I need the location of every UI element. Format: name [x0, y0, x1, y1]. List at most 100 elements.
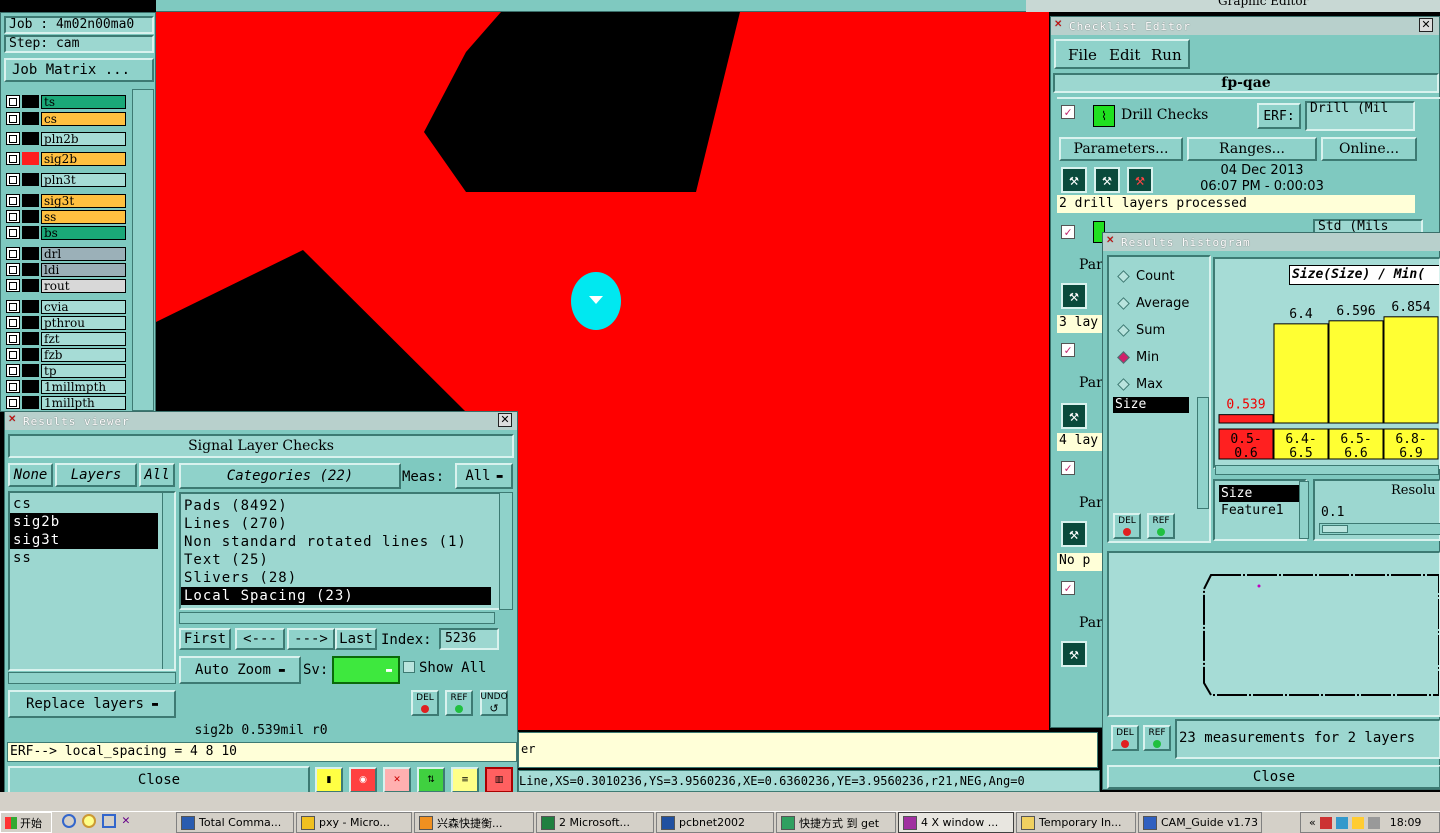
tool-report-icon[interactable]: ≡ [451, 767, 479, 793]
mode-radio-max[interactable]: Max [1109, 371, 1209, 398]
taskbar-item[interactable]: pcbnet2002 [656, 812, 774, 833]
layer-name[interactable]: 1millpth [41, 395, 126, 410]
result-layer-item[interactable]: ss [10, 549, 158, 567]
layer-name[interactable]: cvia [41, 299, 126, 314]
taskbar-item[interactable]: Temporary In... [1016, 812, 1136, 833]
layer-name[interactable]: sig2b [41, 151, 126, 166]
hist-del-button-2[interactable]: DEL [1111, 725, 1139, 751]
tool-histogram-icon[interactable]: ▥ [485, 767, 513, 793]
histogram-bar[interactable] [1218, 414, 1274, 424]
feature-scrollbar[interactable] [1299, 481, 1309, 539]
category-scrollbar-v[interactable] [499, 492, 513, 610]
run-icon[interactable]: ⚒ [1061, 641, 1087, 667]
job-matrix-button[interactable]: Job Matrix ... [4, 58, 154, 82]
erf-value[interactable]: Drill (Mil [1305, 101, 1415, 131]
layer-scrollbar[interactable] [132, 89, 154, 411]
taskbar-item[interactable]: Total Comma... [176, 812, 294, 833]
taskbar-item[interactable]: 快捷方式 到 get [776, 812, 896, 833]
taskbar-item[interactable]: pxy - Micro... [296, 812, 412, 833]
layer-name[interactable]: fzb [41, 347, 126, 362]
layer-name[interactable]: drl [41, 246, 126, 261]
layer-name[interactable]: pthrou [41, 315, 126, 330]
layer-row[interactable]: tp [6, 363, 126, 378]
layer-row[interactable]: cvia [6, 299, 126, 314]
tray-app-icon[interactable] [1319, 816, 1332, 829]
category-item[interactable]: Lines (270) [181, 515, 491, 533]
check-toggle-icon[interactable]: ✓ [1061, 105, 1075, 119]
category-item[interactable]: Non standard rotated lines (1) [181, 533, 491, 551]
run-selected-icon[interactable]: ⚒ [1094, 167, 1120, 193]
first-button[interactable]: First [179, 628, 231, 650]
parameters-button[interactable]: Parameters... [1059, 137, 1183, 161]
mode-radio-average[interactable]: Average [1109, 290, 1209, 317]
result-layer-item[interactable]: cs [10, 495, 158, 513]
category-item[interactable]: Local Spacing (23) [181, 587, 491, 605]
layer-row[interactable]: ss [6, 209, 126, 224]
hist-ref-button-2[interactable]: REF [1143, 725, 1171, 751]
layer-name[interactable]: fzt [41, 331, 126, 346]
hist-del-button[interactable]: DEL [1113, 513, 1141, 539]
layer-checkbox[interactable] [6, 132, 20, 145]
layer-checkbox[interactable] [6, 194, 20, 207]
ie-icon[interactable] [62, 814, 76, 828]
layer-checkbox[interactable] [6, 247, 20, 260]
close-button[interactable]: Close [8, 766, 310, 794]
category-scrollbar-h[interactable] [179, 612, 495, 624]
tool-compare-icon[interactable]: ⇅ [417, 767, 445, 793]
layer-row[interactable]: drl [6, 246, 126, 261]
size-list[interactable]: Size [1113, 397, 1189, 413]
layer-checkbox[interactable] [6, 396, 20, 409]
check-toggle-icon[interactable]: ✓ [1061, 461, 1075, 475]
layer-row[interactable]: pthrou [6, 315, 126, 330]
layer-checkbox[interactable] [6, 300, 20, 313]
ranges-button[interactable]: Ranges... [1187, 137, 1317, 161]
hist-ref-button[interactable]: REF [1147, 513, 1175, 539]
result-layer-item[interactable]: sig2b [10, 513, 158, 531]
layer-name[interactable]: cs [41, 111, 126, 126]
layer-checkbox[interactable] [6, 279, 20, 292]
sv-color-select[interactable]: ▬ [332, 656, 400, 684]
layer-row[interactable]: bs [6, 225, 126, 240]
layer-row[interactable]: pln2b [6, 131, 126, 146]
layer-name[interactable]: ldi [41, 262, 126, 277]
layer-name[interactable]: sig3t [41, 193, 126, 208]
layer-checkbox[interactable] [6, 263, 20, 276]
replace-layers-select[interactable]: Replace layers ▬ [8, 690, 176, 718]
run-icon[interactable]: ⚒ [1061, 283, 1087, 309]
last-button[interactable]: Last [335, 628, 377, 650]
next-button[interactable]: ---> [287, 628, 335, 650]
menu-edit[interactable]: Edit [1109, 46, 1140, 64]
layer-checkbox[interactable] [6, 332, 20, 345]
mode-radio-count[interactable]: Count [1109, 263, 1209, 290]
tool-measure-icon[interactable]: ▮ [315, 767, 343, 793]
layer-name[interactable]: ts [41, 94, 126, 109]
histogram-bar[interactable] [1383, 316, 1439, 424]
prev-button[interactable]: <--- [235, 628, 285, 650]
layers-button[interactable]: Layers [55, 463, 137, 487]
layer-checkbox[interactable] [6, 95, 20, 108]
layer-checkbox[interactable] [6, 210, 20, 223]
taskbar-item[interactable]: CAM_Guide v1.73 [1138, 812, 1262, 833]
layer-list-scrollbar-v[interactable] [162, 493, 174, 669]
layer-name[interactable]: pln2b [41, 131, 126, 146]
tray-expand-icon[interactable]: « [1309, 816, 1316, 829]
undo-button[interactable]: UNDO ↺ [480, 690, 508, 716]
all-button[interactable]: All [139, 463, 175, 487]
check-toggle-icon[interactable]: ✓ [1061, 581, 1075, 595]
clock-app-icon[interactable] [82, 814, 96, 828]
none-button[interactable]: None [8, 463, 53, 487]
category-item[interactable]: Pads (8492) [181, 497, 491, 515]
mode-radio-sum[interactable]: Sum [1109, 317, 1209, 344]
layer-name[interactable]: tp [41, 363, 126, 378]
erf-label-button[interactable]: ERF: [1257, 103, 1301, 129]
result-layer-item[interactable]: sig3t [10, 531, 158, 549]
layer-checkbox[interactable] [6, 348, 20, 361]
check-toggle-icon[interactable]: ✓ [1061, 343, 1075, 357]
layer-row[interactable]: rout [6, 278, 126, 293]
layer-checkbox[interactable] [6, 112, 20, 125]
tool-cancel-icon[interactable]: ✕ [383, 767, 411, 793]
taskbar-item[interactable]: 4 X window ... [898, 812, 1014, 833]
feature-list[interactable]: Size Feature1 [1213, 479, 1307, 541]
taskbar-item[interactable]: 2 Microsoft... [536, 812, 654, 833]
layer-row[interactable]: 1millmpth [6, 379, 126, 394]
